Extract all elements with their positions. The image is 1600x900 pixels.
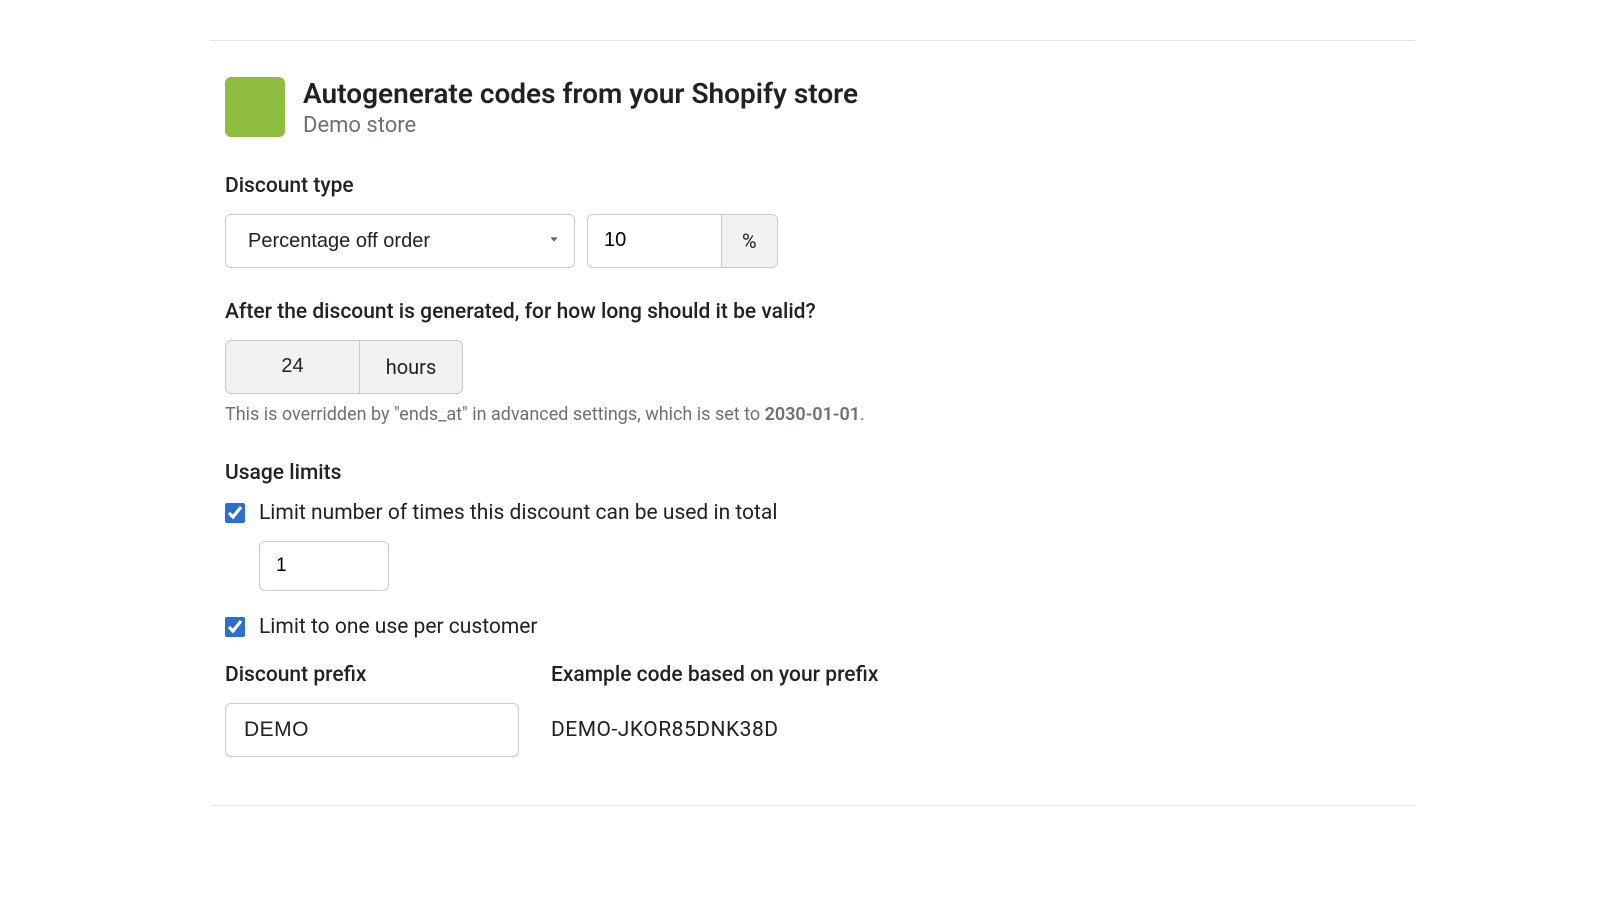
discount-value-input[interactable] bbox=[587, 214, 721, 268]
prefix-input[interactable] bbox=[225, 703, 519, 757]
example-col: Example code based on your prefix DEMO-J… bbox=[551, 663, 878, 757]
help-date: 2030-01-01 bbox=[765, 404, 860, 425]
prefix-label: Discount prefix bbox=[225, 663, 519, 687]
prefix-col: Discount prefix bbox=[225, 663, 519, 757]
limit-total-row: Limit number of times this discount can … bbox=[225, 501, 1400, 525]
prefix-row: Discount prefix Example code based on yo… bbox=[225, 663, 1400, 757]
validity-unit: hours bbox=[359, 340, 463, 394]
limit-total-value-input[interactable] bbox=[259, 541, 389, 591]
discount-value-group: % bbox=[587, 214, 778, 268]
settings-panel: Autogenerate codes from your Shopify sto… bbox=[0, 0, 1400, 806]
limit-total-value-wrapper bbox=[259, 541, 1400, 591]
header: Autogenerate codes from your Shopify sto… bbox=[225, 77, 1400, 138]
example-label: Example code based on your prefix bbox=[551, 663, 878, 687]
header-text: Autogenerate codes from your Shopify sto… bbox=[303, 77, 858, 138]
help-prefix: This is overridden by "ends_at" in advan… bbox=[225, 404, 765, 425]
store-icon bbox=[225, 77, 285, 137]
store-name: Demo store bbox=[303, 113, 858, 138]
divider bbox=[210, 40, 1415, 41]
divider bbox=[210, 805, 1415, 806]
limit-per-customer-checkbox[interactable] bbox=[225, 617, 245, 637]
limit-total-checkbox[interactable] bbox=[225, 503, 245, 523]
usage-limits-label: Usage limits bbox=[225, 461, 1400, 485]
discount-type-label: Discount type bbox=[225, 174, 1400, 198]
discount-unit: % bbox=[721, 214, 778, 268]
discount-type-select-wrapper: Percentage off order bbox=[225, 214, 575, 268]
limit-per-customer-label[interactable]: Limit to one use per customer bbox=[259, 615, 538, 639]
discount-type-select[interactable]: Percentage off order bbox=[225, 214, 575, 268]
example-code: DEMO-JKOR85DNK38D bbox=[551, 703, 878, 757]
page-title: Autogenerate codes from your Shopify sto… bbox=[303, 77, 858, 111]
help-suffix: . bbox=[860, 404, 865, 425]
limit-total-label[interactable]: Limit number of times this discount can … bbox=[259, 501, 777, 525]
validity-row: hours bbox=[225, 340, 1400, 394]
validity-help-text: This is overridden by "ends_at" in advan… bbox=[225, 404, 1400, 425]
limit-per-customer-row: Limit to one use per customer bbox=[225, 615, 1400, 639]
discount-type-row: Percentage off order % bbox=[225, 214, 1400, 268]
validity-label: After the discount is generated, for how… bbox=[225, 300, 1400, 324]
validity-value-input bbox=[225, 340, 359, 394]
validity-input-group: hours bbox=[225, 340, 1400, 394]
